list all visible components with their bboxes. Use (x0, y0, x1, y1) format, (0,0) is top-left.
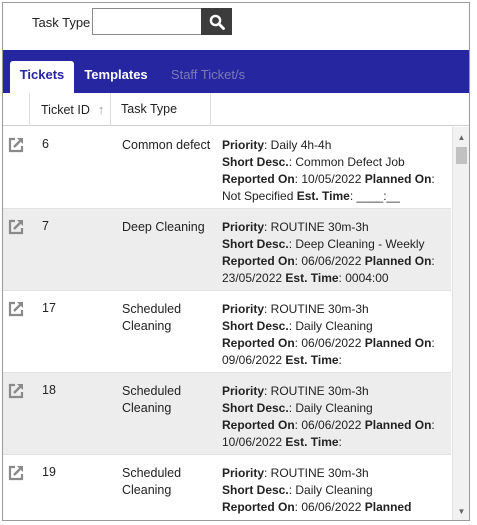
reported-label: Reported On (222, 418, 295, 432)
header-task-type[interactable]: Task Type (111, 93, 211, 126)
search-button[interactable] (201, 8, 232, 35)
priority-label: Priority (222, 302, 265, 316)
short-desc-value: : Daily Cleaning (288, 319, 373, 333)
ticket-details: Priority: ROUTINE 30m-3h Short Desc.: Dee… (222, 219, 447, 287)
priority-value: : ROUTINE 30m-3h (264, 302, 369, 316)
external-link-icon[interactable] (7, 300, 25, 318)
scroll-up-arrow[interactable]: ▲ (453, 131, 469, 145)
ticket-id: 17 (42, 301, 56, 315)
task-type: Common defect (122, 138, 211, 152)
table-row[interactable]: 19 Scheduled Cleaning Priority: ROUTINE … (3, 455, 451, 520)
priority-label: Priority (222, 220, 265, 234)
planned-label: Planned (364, 500, 412, 514)
table-header: Ticket ID ↑ Task Type (3, 93, 469, 126)
planned-label: Planned On (364, 254, 432, 268)
est-time-value: : (338, 435, 342, 449)
priority-value: : ROUTINE 30m-3h (264, 466, 369, 480)
table-row[interactable]: 7 Deep Cleaning Priority: ROUTINE 30m-3h… (3, 209, 451, 291)
priority-value: : ROUTINE 30m-3h (264, 384, 369, 398)
ticket-details: Priority: ROUTINE 30m-3h Short Desc.: Dai… (222, 301, 447, 369)
reported-label: Reported On (222, 336, 295, 350)
tab-bar: Tickets Templates Staff Ticket/s (3, 50, 469, 93)
search-icon (209, 14, 225, 30)
scrollbar-thumb[interactable] (456, 147, 467, 164)
table-row[interactable]: 17 Scheduled Cleaning Priority: ROUTINE … (3, 291, 451, 373)
est-time-label: Est. Time (285, 435, 339, 449)
est-time-value: : 0004:00 (338, 271, 389, 285)
sort-ascending-icon: ↑ (97, 102, 105, 117)
reported-label: Reported On (222, 500, 295, 514)
reported-label: Reported On (222, 172, 295, 186)
est-time-value: : (338, 353, 342, 367)
scroll-down-arrow[interactable]: ▼ (453, 505, 469, 519)
ticket-id: 6 (42, 137, 49, 151)
external-link-icon[interactable] (7, 218, 25, 236)
short-desc-value: : Deep Cleaning - Weekly (288, 237, 425, 251)
header-ticket-id[interactable]: Ticket ID ↑ (30, 93, 111, 126)
short-desc-value: : Common Defect Job (288, 155, 405, 169)
table-row[interactable]: 18 Scheduled Cleaning Priority: ROUTINE … (3, 373, 451, 455)
est-time-label: Est. Time (285, 271, 339, 285)
est-time-value: : ____:__ (349, 189, 400, 203)
est-time-label: Est. Time (296, 189, 350, 203)
task-type: Deep Cleaning (122, 220, 205, 234)
ticket-id: 7 (42, 219, 49, 233)
external-link-icon[interactable] (7, 464, 25, 482)
task-type: Scheduled Cleaning (122, 466, 182, 497)
short-desc-label: Short Desc. (222, 401, 289, 415)
priority-value: : ROUTINE 30m-3h (264, 220, 369, 234)
ticket-list[interactable]: 6 Common defect Priority: Daily 4h-4h Sho… (3, 127, 451, 520)
tab-tickets[interactable]: Tickets (10, 61, 74, 93)
external-link-icon[interactable] (7, 136, 25, 154)
external-link-icon[interactable] (7, 382, 25, 400)
task-type-label: Task Type (32, 15, 91, 30)
priority-value: : Daily 4h-4h (264, 138, 332, 152)
short-desc-value: : Daily Cleaning (288, 483, 373, 497)
short-desc-label: Short Desc. (222, 155, 289, 169)
planned-label: Planned On (364, 418, 432, 432)
reported-value: : 06/06/2022 (294, 336, 365, 350)
task-type: Scheduled Cleaning (122, 302, 182, 333)
short-desc-value: : Daily Cleaning (288, 401, 373, 415)
header-ticket-id-label: Ticket ID (41, 103, 90, 117)
ticket-id: 19 (42, 465, 56, 479)
ticket-details: Priority: ROUTINE 30m-3h Short Desc.: Dai… (222, 465, 447, 516)
reported-label: Reported On (222, 254, 295, 268)
ticket-panel: Task Type Tickets Templates Staff Ticket… (2, 2, 470, 521)
tab-staff-tickets: Staff Ticket/s (170, 67, 246, 82)
search-bar: Task Type (3, 3, 469, 51)
priority-label: Priority (222, 466, 265, 480)
priority-label: Priority (222, 384, 265, 398)
tab-templates[interactable]: Templates (81, 61, 151, 93)
planned-label: Planned On (364, 336, 432, 350)
task-type: Scheduled Cleaning (122, 384, 182, 415)
task-type-search-input[interactable] (92, 8, 202, 35)
reported-value: : 06/06/2022 (294, 500, 365, 514)
ticket-details: Priority: ROUTINE 30m-3h Short Desc.: Dai… (222, 383, 447, 451)
ticket-id: 18 (42, 383, 56, 397)
ticket-details: Priority: Daily 4h-4h Short Desc.: Common… (222, 137, 447, 205)
vertical-scrollbar[interactable]: ▲ ▼ (452, 127, 469, 520)
reported-value: : 06/06/2022 (294, 254, 365, 268)
reported-value: : 06/06/2022 (294, 418, 365, 432)
est-time-label: Est. Time (285, 353, 339, 367)
table-row[interactable]: 6 Common defect Priority: Daily 4h-4h Sho… (3, 127, 451, 209)
reported-value: : 10/05/2022 (294, 172, 365, 186)
short-desc-label: Short Desc. (222, 237, 289, 251)
planned-label: Planned On (364, 172, 432, 186)
short-desc-label: Short Desc. (222, 319, 289, 333)
header-open-column (3, 93, 30, 126)
short-desc-label: Short Desc. (222, 483, 289, 497)
priority-label: Priority (222, 138, 265, 152)
